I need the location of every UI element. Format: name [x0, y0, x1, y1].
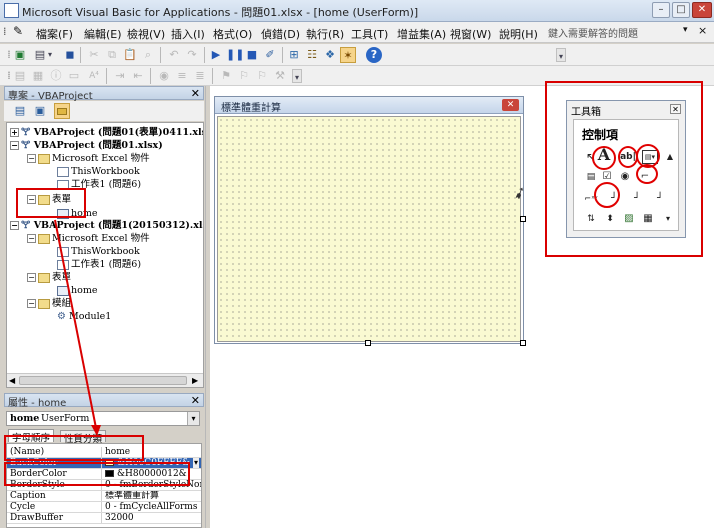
annotation-arrow — [54, 219, 101, 436]
